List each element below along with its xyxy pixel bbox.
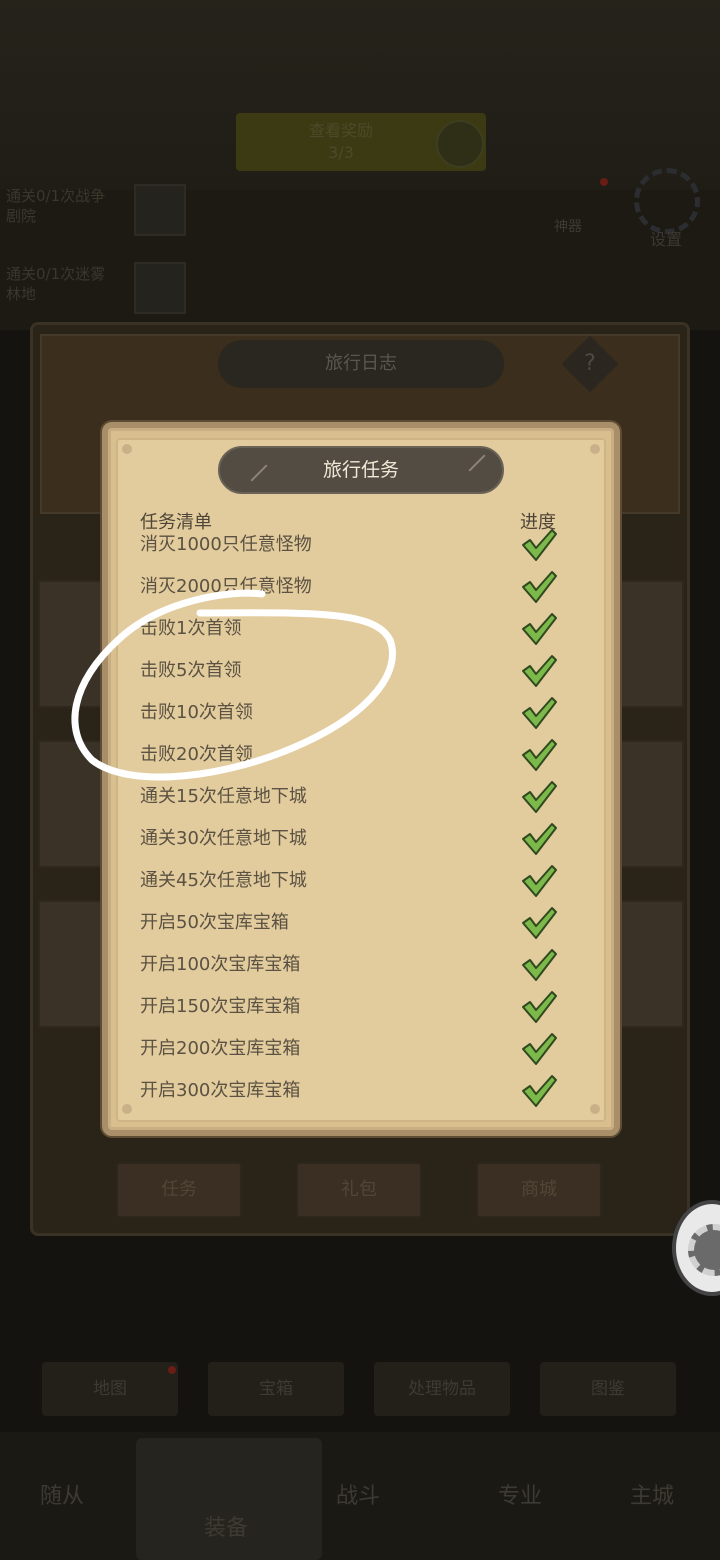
checkmark-icon — [522, 613, 557, 645]
bg-slot — [38, 580, 108, 708]
checkmark-icon — [522, 697, 557, 729]
bg-slot — [38, 900, 108, 1028]
corner-rivet — [122, 1104, 132, 1114]
notification-dot — [168, 1366, 176, 1374]
bg-slot — [614, 900, 684, 1028]
nav-profession: 专业 — [498, 1484, 543, 1509]
artifact-button: 神器 — [548, 168, 608, 235]
nav-battle: 战斗 — [336, 1484, 381, 1509]
side-quest-2: 通关0/1次迷雾林地 — [6, 265, 106, 303]
task-row: 击败1次首领 — [140, 618, 242, 639]
tab-process-items: 处理物品 — [374, 1362, 510, 1416]
tab-map: 地图 — [42, 1362, 178, 1416]
checkmark-icon — [522, 1033, 557, 1065]
task-row: 通关15次任意地下城 — [140, 786, 307, 807]
task-row: 击败20次首领 — [140, 744, 253, 765]
checkmark-icon — [522, 1075, 557, 1107]
tab-codex: 图鉴 — [540, 1362, 676, 1416]
reward-icon — [436, 120, 484, 168]
shop-button: 商城 — [476, 1162, 602, 1218]
help-glyph: ? — [584, 351, 596, 376]
notification-dot — [600, 178, 608, 186]
artifact-label: 神器 — [554, 219, 582, 235]
task-row: 通关45次任意地下城 — [140, 870, 307, 891]
checkmark-icon — [522, 865, 557, 897]
reward-banner-count: 3/3 — [328, 143, 354, 162]
task-row: 开启50次宝库宝箱 — [140, 912, 289, 933]
task-row: 开启300次宝库宝箱 — [140, 1080, 301, 1101]
task-row: 开启100次宝库宝箱 — [140, 954, 301, 975]
task-row: 消灭2000只任意怪物 — [140, 576, 312, 597]
help-icon: ? — [561, 335, 619, 393]
dialog-title-text: 旅行任务 — [322, 459, 399, 481]
travel-log-title: 旅行日志 — [218, 340, 504, 388]
checkmark-icon — [522, 823, 557, 855]
checkmark-icon — [522, 571, 557, 603]
checkmark-icon — [522, 991, 557, 1023]
corner-rivet — [590, 1104, 600, 1114]
nav-equipment: 装备 — [204, 1516, 249, 1541]
task-row: 消灭1000只任意怪物 — [140, 534, 312, 555]
task-row: 击败5次首领 — [140, 660, 242, 681]
side-quest-2-icon — [134, 262, 186, 314]
bg-slot — [38, 740, 108, 868]
gift-pack-button: 礼包 — [296, 1162, 422, 1218]
reward-banner-title: 查看奖励 — [308, 121, 373, 140]
checkmark-icon — [522, 529, 557, 561]
tab-chest: 宝箱 — [208, 1362, 344, 1416]
checkmark-icon — [522, 655, 557, 687]
side-quest-1-icon — [134, 184, 186, 236]
task-row: 开启200次宝库宝箱 — [140, 1038, 301, 1059]
checkmark-icon — [522, 781, 557, 813]
task-row: 击败10次首领 — [140, 702, 253, 723]
checkmark-icon — [522, 907, 557, 939]
nav-main-city: 主城 — [630, 1484, 675, 1509]
task-row: 开启150次宝库宝箱 — [140, 996, 301, 1017]
settings-label: 设置 — [650, 230, 683, 249]
side-quest-1: 通关0/1次战争剧院 — [6, 187, 106, 225]
settings-gear-icon — [634, 168, 700, 234]
checkmark-icon — [522, 949, 557, 981]
tasks-button: 任务 — [116, 1162, 242, 1218]
corner-rivet — [122, 444, 132, 454]
nav-followers: 随从 — [40, 1484, 85, 1509]
checkmark-icon — [522, 739, 557, 771]
task-row: 通关30次任意地下城 — [140, 828, 307, 849]
corner-rivet — [590, 444, 600, 454]
bg-slot — [614, 580, 684, 708]
bg-slot — [614, 740, 684, 868]
dialog-title: 旅行任务 — [218, 446, 504, 494]
